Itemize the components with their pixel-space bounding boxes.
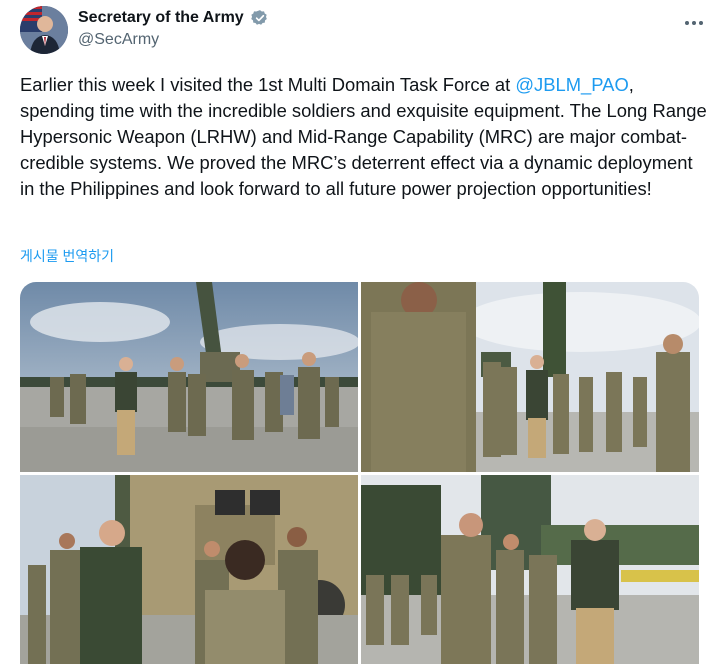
more-options-icon[interactable] <box>683 12 707 32</box>
mention-link[interactable]: @JBLM_PAO <box>515 74 628 95</box>
author-handle[interactable]: @SecArmy <box>78 30 269 50</box>
author-display-name[interactable]: Secretary of the Army <box>78 8 244 28</box>
post-text-part-1: Earlier this week I visited the 1st Mult… <box>20 74 516 95</box>
author-avatar[interactable] <box>20 6 68 54</box>
avatar-image <box>20 6 68 54</box>
verified-badge-icon <box>251 9 269 27</box>
photo-group-walking[interactable] <box>20 282 358 472</box>
post-text: Earlier this week I visited the 1st Mult… <box>20 72 710 202</box>
photo-briefing-line[interactable] <box>361 282 699 472</box>
translate-post-link[interactable]: 게시물 번역하기 <box>20 246 114 266</box>
author-names: Secretary of the Army @SecArmy <box>78 8 269 50</box>
post-header: Secretary of the Army @SecArmy <box>20 6 707 56</box>
photo-launcher-talk[interactable] <box>361 475 699 664</box>
photo-vehicle-briefing[interactable] <box>20 475 358 664</box>
media-grid <box>20 282 699 664</box>
